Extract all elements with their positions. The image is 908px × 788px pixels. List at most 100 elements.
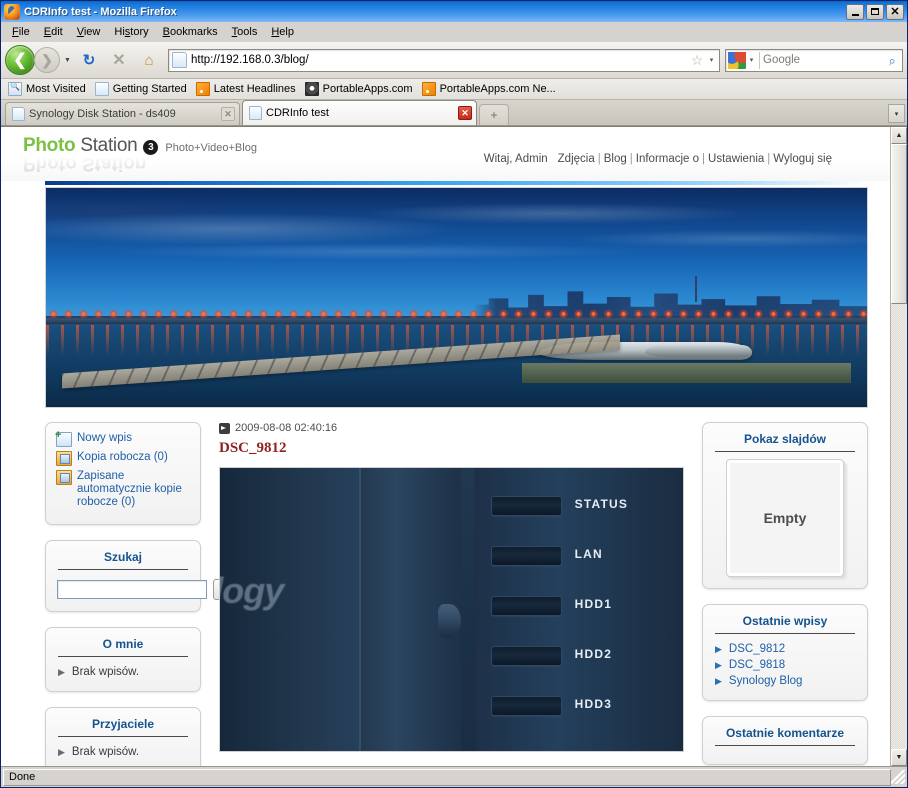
post-image[interactable]: ology STATUS LAN HDD1 H [219,467,684,752]
blog-actions-card: Nowy wpis Kopia robocza (0) Zapisane aut… [45,422,201,525]
action-nowy-wpis[interactable]: Nowy wpis [55,429,190,447]
list-item[interactable]: ▶ Synology Blog [713,673,857,689]
recent-post-link[interactable]: Synology Blog [729,674,803,688]
menu-tools[interactable]: Tools [225,24,265,40]
maximize-button[interactable] [866,3,884,20]
about-empty-row: ▶ Brak wpisów. [56,664,190,680]
url-text[interactable]: http://192.168.0.3/blog/ [191,54,688,66]
menu-help[interactable]: Help [264,24,301,40]
chevron-down-icon[interactable]: ▾ [706,56,717,64]
menu-history[interactable]: History [107,24,155,40]
menu-bar: File Edit View History Bookmarks Tools H… [1,22,907,42]
nav-separator: | [597,153,601,165]
new-tab-button[interactable]: + [479,104,509,125]
tab-bar: Synology Disk Station - ds409 ✕ CDRInfo … [1,100,907,126]
page-icon [249,106,262,120]
nav-link-wyloguj-sie[interactable]: Wyloguj się [773,153,832,165]
bookmark-getting-started[interactable]: Getting Started [93,81,192,97]
divider [715,745,855,746]
status-text: Done [3,768,891,786]
minimize-button[interactable] [846,3,864,20]
address-bar[interactable]: http://192.168.0.3/blog/ ☆ ▾ [168,48,720,72]
banner-image [45,187,868,408]
led-slot [491,596,563,616]
new-page-icon [55,429,72,447]
action-label[interactable]: Zapisane automatycznie kopie robocze (0) [77,470,190,509]
action-kopia-robocza[interactable]: Kopia robocza (0) [56,451,190,466]
action-zapisane-automatycznie[interactable]: Zapisane automatycznie kopie robocze (0) [56,470,190,509]
list-item[interactable]: ▶ DSC_9818 [713,657,857,673]
recent-post-link[interactable]: DSC_9818 [729,658,785,672]
search-magnifier-icon[interactable]: ⌕ [881,52,903,68]
nav-link-informacje-o[interactable]: Informacje o [636,153,699,165]
blog-search-input[interactable] [57,580,207,599]
search-engine-dropdown-icon[interactable]: ▾ [746,56,757,64]
arrow-right-icon [219,422,230,434]
close-icon[interactable]: ✕ [458,106,472,120]
reload-icon[interactable]: ↻ [76,47,102,73]
site-header: Photo Station 3 Photo+Video+Blog Photo S… [1,127,890,181]
vertical-scrollbar[interactable]: ▲ ▼ [890,127,907,766]
menu-bookmarks[interactable]: Bookmarks [156,24,225,40]
divider [58,736,188,737]
close-button[interactable]: ✕ [886,3,904,20]
post-title[interactable]: DSC_9812 [219,440,684,457]
action-label[interactable]: Kopia robocza (0) [77,451,168,464]
right-sidebar: Pokaz slajdów Empty Ostatnie wpisy ▶ DSC… [702,422,868,766]
firefox-window: CDRInfo test - Mozilla Firefox ✕ File Ed… [0,0,908,788]
bookmark-star-icon[interactable]: ☆ [688,53,706,67]
firefox-logo-icon [4,3,20,20]
list-item[interactable]: ▶ DSC_9812 [713,641,857,657]
banner-crane [694,275,697,302]
led-label-hdd1: HDD1 [574,597,613,611]
scroll-down-icon[interactable]: ▼ [891,749,907,766]
star-folder-icon [8,82,22,96]
search-bar[interactable]: ▾ Google ⌕ [725,48,903,72]
nav-separator: | [629,153,633,165]
greeting-text: Witaj, Admin [483,153,548,165]
bookmark-latest-headlines[interactable]: Latest Headlines [194,81,301,97]
menu-file[interactable]: File [5,24,37,40]
nav-link-ustawienia[interactable]: Ustawienia [708,153,764,165]
search-card: Szukaj ⚲ [45,540,238,612]
recent-post-link[interactable]: DSC_9812 [729,642,785,656]
resize-grip-icon[interactable] [891,770,905,784]
forward-button[interactable]: ❯ [34,47,60,73]
list-all-tabs-icon[interactable]: ▾ [888,104,905,123]
bookmarks-toolbar: Most Visited Getting Started Latest Head… [1,79,907,100]
nav-link-blog[interactable]: Blog [604,153,627,165]
divider [759,51,760,69]
search-placeholder-text[interactable]: Google [763,54,882,66]
stop-icon[interactable]: ✕ [106,47,132,73]
close-icon[interactable]: ✕ [221,107,235,121]
bookmark-portableapps-news[interactable]: PortableApps.com Ne... [420,81,561,97]
slideshow-empty-frame[interactable]: Empty [726,459,844,577]
page-icon [94,82,109,96]
divider [715,451,855,452]
post-column: 2009-08-08 02:40:16 DSC_9812 ology STATU… [201,422,702,766]
action-label[interactable]: Nowy wpis [77,432,132,445]
tab-cdrinfo-test[interactable]: CDRInfo test ✕ [242,100,477,125]
back-button[interactable]: ❮ [5,45,35,75]
scrollbar-thumb[interactable] [891,144,907,304]
triangle-bullet-icon: ▶ [715,644,722,654]
slideshow-card: Pokaz slajdów Empty [702,422,868,589]
divider [715,633,855,634]
banner-sky [46,188,867,316]
menu-view[interactable]: View [70,24,108,40]
title-bar: CDRInfo test - Mozilla Firefox ✕ [1,1,907,22]
tab-synology-disk-station[interactable]: Synology Disk Station - ds409 ✕ [5,102,240,125]
bookmark-portableapps[interactable]: PortableApps.com [303,81,418,97]
card-title: Ostatnie wpisy [742,614,828,628]
history-dropdown-icon[interactable]: ▼ [62,47,73,73]
menu-edit[interactable]: Edit [37,24,70,40]
bookmark-most-visited[interactable]: Most Visited [6,81,91,97]
scroll-up-icon[interactable]: ▲ [891,127,907,144]
divider [58,656,188,657]
card-title: Szukaj [103,550,142,564]
nav-link-zdjecia[interactable]: Zdjęcia [558,153,595,165]
bookmark-label: Most Visited [26,83,86,95]
scrollbar-track[interactable] [891,144,907,749]
home-icon[interactable]: ⌂ [136,47,162,73]
google-icon[interactable] [728,51,746,69]
